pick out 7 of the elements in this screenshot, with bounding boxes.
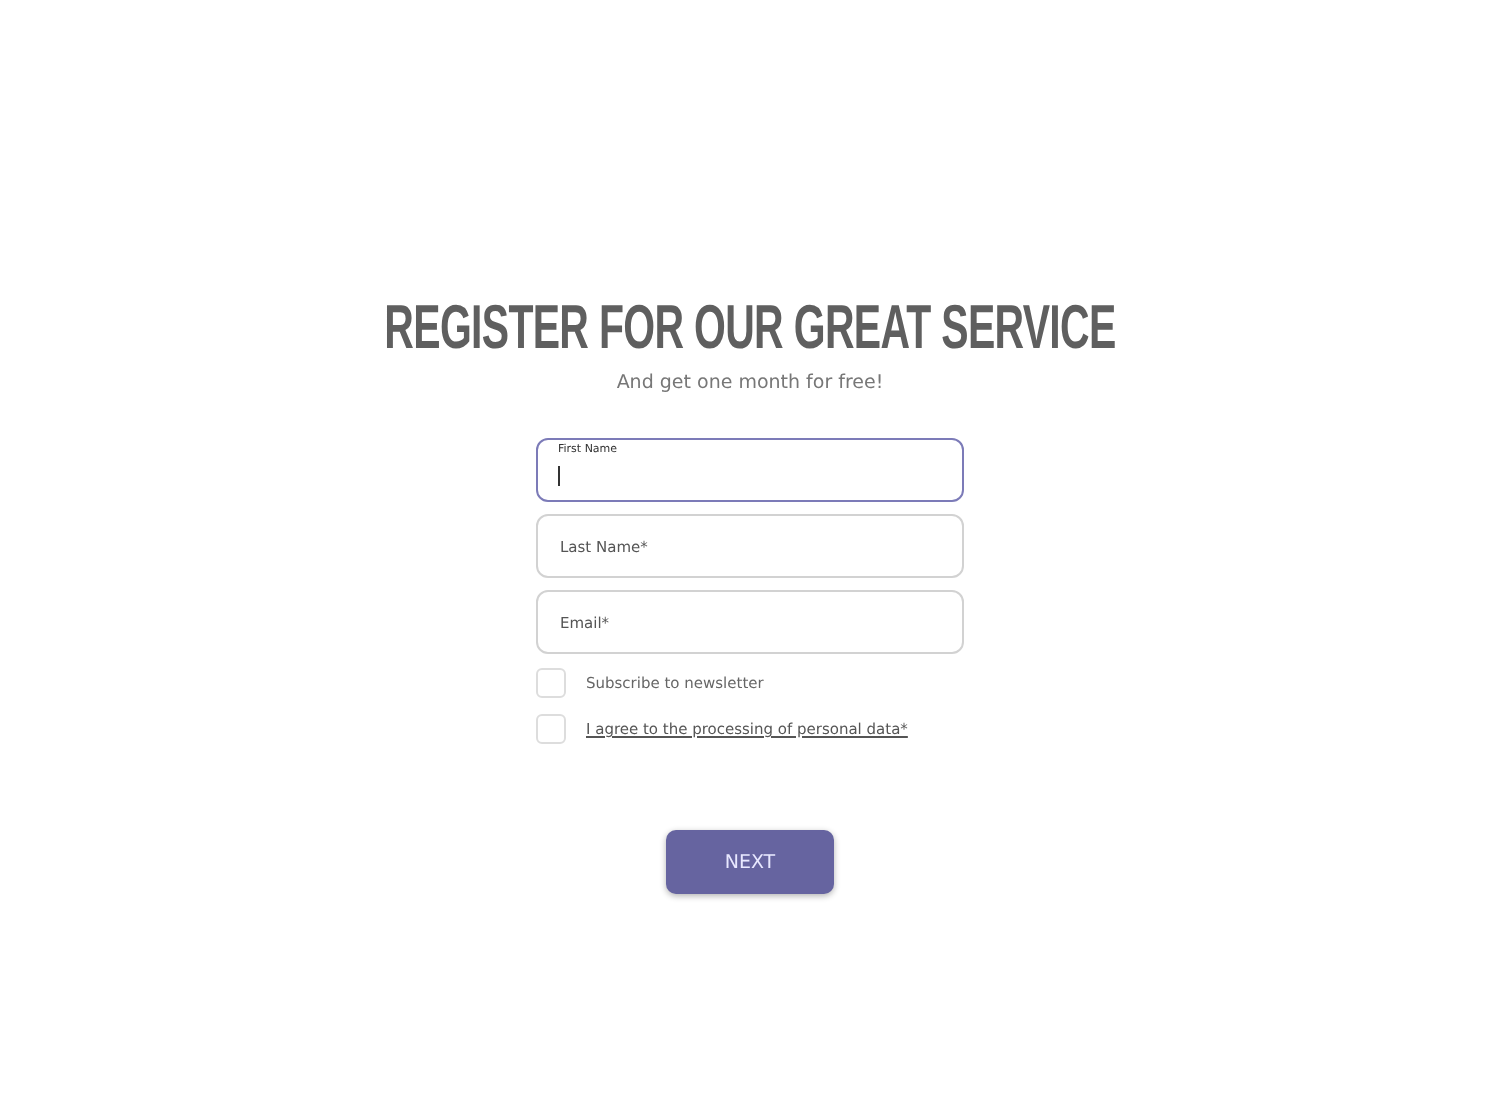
subtitle: And get one month for free! (616, 372, 884, 394)
input-field[interactable] (536, 438, 964, 502)
checkbox[interactable] (536, 668, 566, 698)
text-cursor (558, 466, 560, 486)
checkbox[interactable] (536, 714, 566, 744)
page-title: REGISTER FOR OUR GREAT SERVICE (384, 292, 1116, 360)
next-button[interactable]: NEXT (666, 830, 834, 894)
